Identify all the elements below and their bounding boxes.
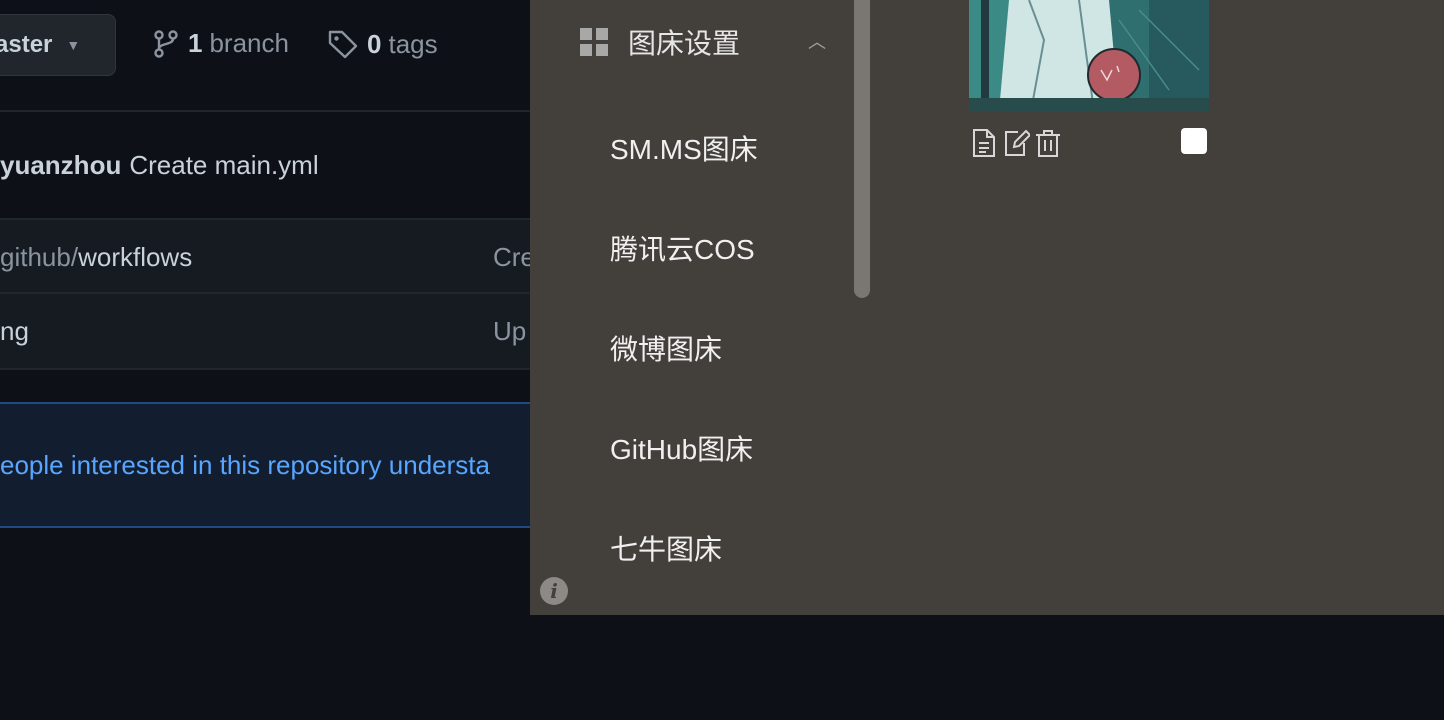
caret-down-icon: ▼ [66, 37, 81, 53]
info-icon[interactable]: i [540, 577, 568, 605]
tag-icon [328, 30, 358, 59]
menu-item-qiniu[interactable]: 七牛图床 [610, 528, 722, 568]
banner-text[interactable]: eople interested in this repository unde… [0, 450, 490, 481]
branch-count: 1 [188, 28, 203, 58]
readme-banner: eople interested in this repository unde… [0, 402, 530, 528]
branches-link[interactable]: 1 branch [152, 28, 289, 59]
divider [0, 368, 530, 370]
menu-item-tencent-cos[interactable]: 腾讯云COS [610, 228, 755, 268]
git-branch-icon [154, 29, 178, 58]
branch-select-button[interactable]: aster ▼ [0, 14, 116, 76]
menu-header-label: 图床设置 [628, 28, 741, 59]
file-commit-message[interactable]: Up [493, 316, 526, 347]
file-row[interactable]: ng Up [0, 294, 530, 368]
commit-author[interactable]: yuanzhou [0, 150, 121, 181]
tag-label: tags [388, 28, 438, 59]
image-actions [970, 127, 1062, 159]
commit-message[interactable]: Create main.yml [129, 150, 318, 181]
latest-commit-row: yuanzhou Create main.yml [0, 112, 530, 218]
edit-icon[interactable] [1002, 127, 1030, 159]
file-path-prefix: github/ [0, 241, 79, 272]
picgo-window: 图床设置 ︿ SM.MS图床 腾讯云COS 微博图床 GitHub图床 七牛图床… [530, 0, 1444, 615]
uploaded-image-thumbnail[interactable] [969, 0, 1209, 111]
tags-link[interactable]: 0 tags [327, 28, 438, 60]
chevron-up-icon[interactable]: ︿ [808, 28, 826, 54]
image-select-checkbox[interactable] [1181, 128, 1207, 154]
menu-scrollbar[interactable] [854, 0, 870, 298]
file-name[interactable]: workflows [78, 242, 192, 273]
menu-item-weibo[interactable]: 微博图床 [610, 328, 722, 368]
file-commit-message[interactable]: Cre [493, 242, 535, 273]
file-row[interactable]: github/ workflows Cre [0, 220, 535, 294]
delete-icon[interactable] [1034, 127, 1062, 159]
menu-header-picbed-settings[interactable]: 图床设置 [580, 22, 740, 62]
grid-icon [580, 28, 608, 56]
menu-item-github[interactable]: GitHub图床 [610, 428, 753, 468]
tag-count: 0 [367, 28, 382, 59]
branch-label: branch [209, 28, 289, 58]
copy-link-icon[interactable] [970, 127, 998, 159]
menu-item-smms[interactable]: SM.MS图床 [610, 128, 758, 168]
file-name[interactable]: ng [0, 316, 29, 347]
branch-name: aster [0, 31, 53, 58]
